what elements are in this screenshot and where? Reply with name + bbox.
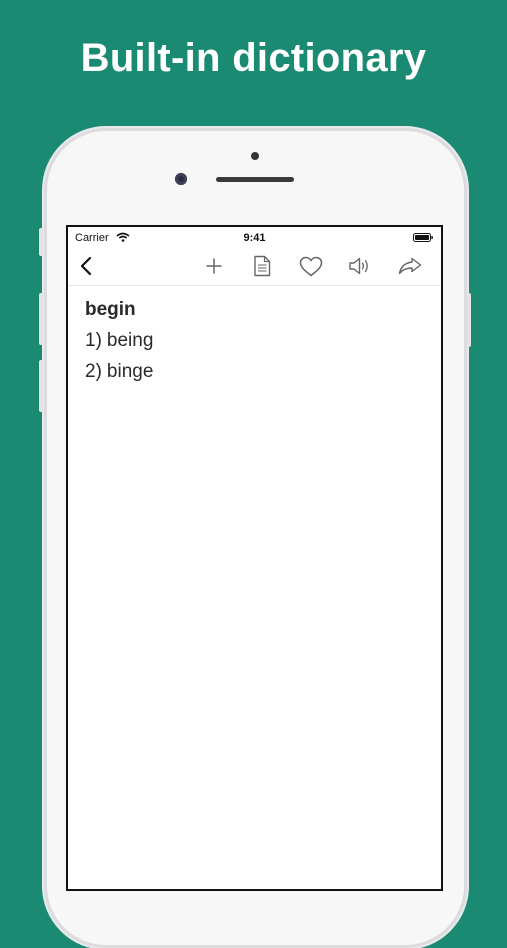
- pronounce-button[interactable]: [347, 253, 373, 279]
- proximity-sensor: [251, 152, 259, 160]
- result-word: binge: [106, 361, 154, 382]
- status-time: 9:41: [243, 232, 266, 244]
- battery-icon: [413, 233, 433, 242]
- share-button[interactable]: [397, 253, 423, 279]
- power-button: [467, 293, 471, 347]
- status-bar: Carrier 9:41: [68, 227, 441, 245]
- phone-screen: Carrier 9:41 begin 1) being 2) binge: [66, 225, 443, 891]
- result-item[interactable]: 2) binge: [85, 361, 425, 383]
- speaker-icon: [349, 257, 368, 275]
- favorite-button[interactable]: [298, 253, 324, 279]
- volume-up-button: [39, 293, 43, 345]
- front-camera: [175, 173, 187, 185]
- entry-content: begin 1) being 2) binge: [85, 299, 425, 392]
- result-number: 1): [85, 330, 102, 351]
- result-item[interactable]: 1) being: [85, 330, 425, 352]
- result-number: 2): [85, 361, 102, 382]
- volume-down-button: [39, 360, 43, 412]
- heart-icon: [299, 256, 323, 276]
- add-button[interactable]: [201, 253, 227, 279]
- toolbar: [68, 247, 441, 286]
- plus-icon: [206, 258, 222, 274]
- back-chevron-icon: [80, 256, 92, 276]
- earpiece-speaker: [216, 177, 294, 182]
- promo-headline: Built-in dictionary: [80, 36, 427, 80]
- entry-headword: begin: [85, 299, 136, 320]
- document-icon: [254, 255, 271, 277]
- mute-switch: [39, 228, 43, 256]
- note-button[interactable]: [249, 253, 275, 279]
- back-button[interactable]: [73, 253, 99, 279]
- phone-frame: Carrier 9:41 begin 1) being 2) binge: [39, 128, 471, 948]
- share-icon: [398, 257, 422, 275]
- result-word: being: [106, 330, 154, 351]
